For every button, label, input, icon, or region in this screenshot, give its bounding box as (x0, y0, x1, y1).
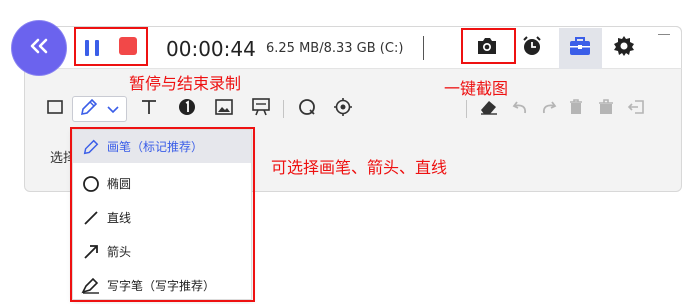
rectangle-icon (46, 99, 64, 119)
text-icon (140, 98, 158, 120)
image-icon (215, 99, 233, 119)
redo-button[interactable] (537, 98, 559, 120)
number-tool[interactable] (176, 98, 198, 120)
schedule-button[interactable] (520, 36, 544, 60)
trash-icon (568, 98, 584, 120)
double-chevron-left-icon (28, 38, 50, 58)
clear-all-button[interactable] (595, 98, 617, 120)
target-icon (333, 97, 353, 121)
presentation-icon (251, 97, 271, 121)
minimize-button[interactable] (658, 34, 670, 35)
toolbox-button[interactable] (568, 36, 592, 60)
rectangle-tool[interactable] (44, 98, 66, 120)
pause-button[interactable] (80, 36, 104, 60)
divider (423, 36, 424, 60)
pen-options-annotation: 可选择画笔、箭头、直线 (271, 158, 448, 177)
recording-timer: 00:00:44 (166, 37, 256, 61)
pen-dropdown-toggle[interactable] (104, 98, 122, 120)
magnifier-icon (297, 97, 317, 121)
undo-button[interactable] (510, 98, 532, 120)
numbered-marker-icon (177, 97, 197, 121)
collapse-button[interactable] (12, 21, 66, 75)
file-size: 6.25 MB/8.33 GB (C:) (266, 41, 404, 56)
toolbar-divider (283, 100, 284, 118)
toolbar-divider (466, 100, 467, 118)
text-tool[interactable] (138, 98, 160, 120)
redo-icon (539, 99, 557, 119)
delete-button[interactable] (565, 98, 587, 120)
pen-tool[interactable] (78, 98, 100, 120)
pen-menu-highlight (70, 127, 255, 302)
stop-button[interactable] (119, 37, 137, 55)
toolbox-icon (569, 36, 591, 60)
exit-icon (627, 99, 645, 119)
chevron-down-icon (106, 100, 120, 119)
screenshot-button[interactable] (474, 36, 500, 60)
screen-cast-tool[interactable] (250, 98, 272, 120)
trash-all-icon (597, 98, 615, 120)
pause-stop-annotation: 暂停与结束录制 (129, 74, 242, 93)
eraser-icon (479, 98, 499, 120)
exit-annotation-button[interactable] (625, 98, 647, 120)
spotlight-tool[interactable] (332, 98, 354, 120)
screenshot-annotation: 一键截图 (444, 79, 509, 98)
alarm-clock-icon (521, 35, 543, 61)
pen-icon (79, 97, 99, 121)
undo-icon (512, 99, 530, 119)
settings-button[interactable] (612, 36, 636, 60)
camera-icon (475, 36, 499, 60)
pause-icon (85, 40, 89, 56)
gear-icon (613, 35, 635, 61)
image-tool[interactable] (213, 98, 235, 120)
magnifier-tool[interactable] (296, 98, 318, 120)
eraser-tool[interactable] (478, 98, 500, 120)
